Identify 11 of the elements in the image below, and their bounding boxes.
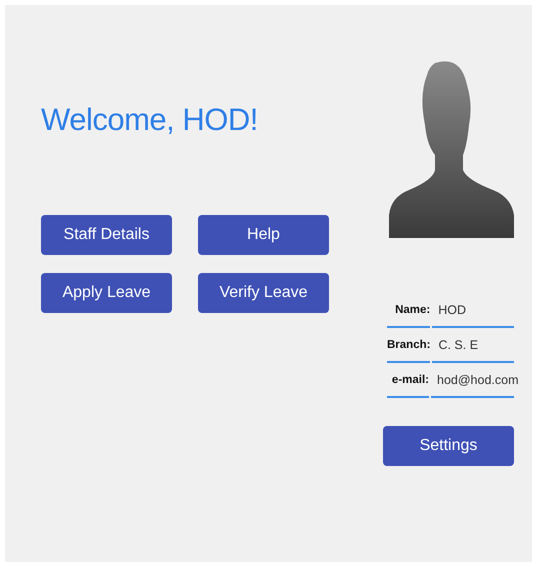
menu-button[interactable]: Verify Leave: [198, 273, 329, 313]
field-value: C. S. E: [432, 328, 514, 363]
menu-button[interactable]: Apply Leave: [41, 273, 172, 313]
welcome-heading: Welcome, HOD!: [41, 101, 259, 139]
menu-button[interactable]: Staff Details: [41, 215, 172, 255]
field-label: Branch:: [387, 328, 430, 363]
settings-button[interactable]: Settings: [383, 426, 514, 466]
field-label: Name:: [387, 293, 430, 328]
field-value: HOD: [432, 293, 514, 328]
menu-button[interactable]: Help: [198, 215, 329, 255]
field-label: e-mail:: [387, 363, 429, 398]
